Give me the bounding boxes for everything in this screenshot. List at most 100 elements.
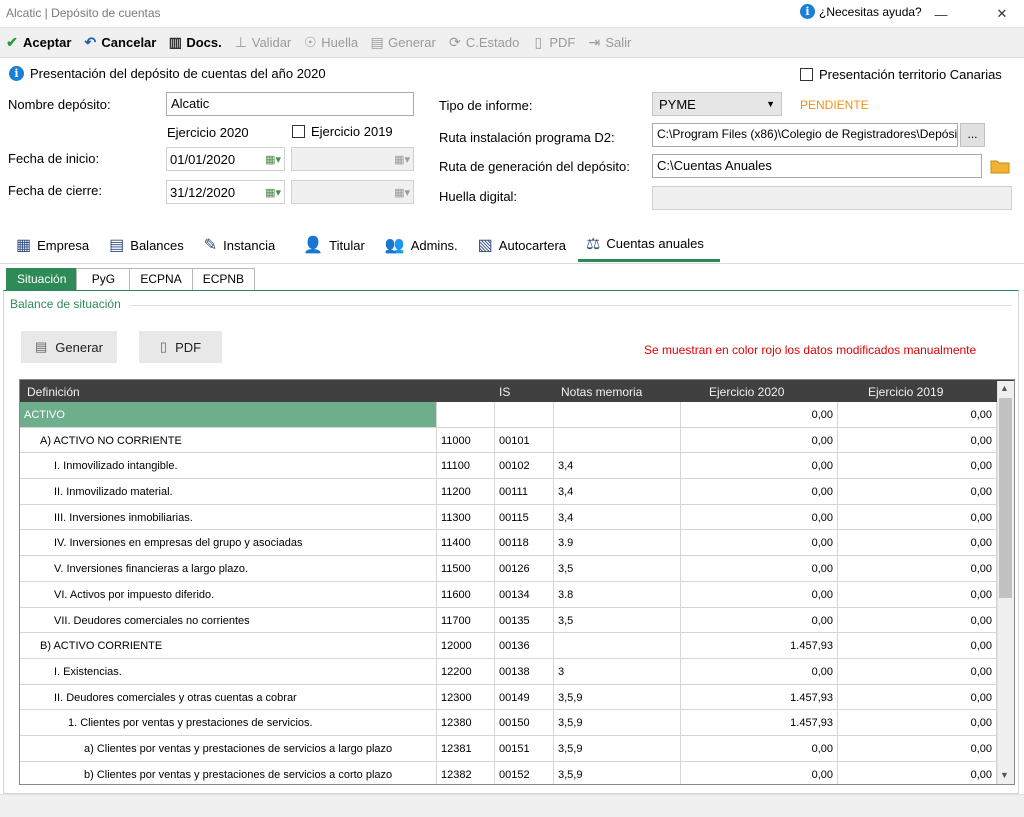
cell-is[interactable]: 00138: [495, 658, 554, 684]
cell-ejercicio-2020[interactable]: 0,00: [681, 735, 838, 761]
cell-definicion[interactable]: II. Deudores comerciales y otras cuentas…: [20, 684, 437, 710]
docs-button[interactable]: ▥ Docs.: [167, 34, 222, 51]
ruta-instalacion-input[interactable]: C:\Program Files (x86)\Colegio de Regist…: [652, 123, 958, 147]
cell-ejercicio-2020[interactable]: 1.457,93: [681, 633, 838, 658]
checkbox-box[interactable]: [292, 125, 305, 138]
cell-code[interactable]: 12000: [437, 633, 495, 658]
cell-code[interactable]: 11700: [437, 607, 495, 633]
cell-notas[interactable]: 3,4: [554, 453, 681, 479]
cell-notas[interactable]: 3.9: [554, 530, 681, 556]
tab-situacion[interactable]: Situación: [6, 268, 78, 290]
cell-is[interactable]: 00102: [495, 453, 554, 479]
cell-code[interactable]: 12380: [437, 710, 495, 735]
table-row[interactable]: a) Clientes por ventas y prestaciones de…: [20, 735, 1014, 762]
cell-ejercicio-2020[interactable]: 0,00: [681, 402, 838, 427]
generar-button[interactable]: ▤ Generar: [369, 34, 436, 51]
cancelar-button[interactable]: ↶ Cancelar: [82, 34, 157, 51]
tab-cuentas-anuales[interactable]: ⚖ Cuentas anuales: [578, 228, 720, 262]
cell-ejercicio-2019[interactable]: 0,00: [838, 504, 997, 530]
table-row[interactable]: IV. Inversiones en empresas del grupo y …: [20, 530, 1014, 557]
scrollbar-thumb[interactable]: [999, 398, 1012, 598]
cell-ejercicio-2020[interactable]: 1.457,93: [681, 710, 838, 735]
cell-is[interactable]: 00101: [495, 427, 554, 453]
cell-definicion[interactable]: VI. Activos por impuesto diferido.: [20, 581, 437, 607]
cell-code[interactable]: 12381: [437, 735, 495, 761]
help-link[interactable]: i ¿Necesitas ayuda?: [800, 4, 922, 19]
cell-code[interactable]: 12300: [437, 684, 495, 710]
table-row[interactable]: I. Existencias. 12200 00138 3 0,00 0,00: [20, 658, 1014, 685]
table-row[interactable]: b) Clientes por ventas y prestaciones de…: [20, 761, 1014, 784]
canarias-checkbox[interactable]: Presentación territorio Canarias: [800, 67, 1002, 82]
fecha-cierre-picker[interactable]: 31/12/2020 ▦▾: [166, 180, 285, 204]
cell-definicion[interactable]: a) Clientes por ventas y prestaciones de…: [20, 735, 437, 761]
tab-titular[interactable]: 👤 Titular: [295, 228, 373, 262]
tab-admins[interactable]: 👥 Admins.: [377, 228, 466, 262]
tab-instancia[interactable]: ✎ Instancia: [196, 228, 283, 262]
cell-code[interactable]: 12382: [437, 761, 495, 784]
tab-ecpna[interactable]: ECPNA: [129, 268, 193, 290]
table-row[interactable]: VII. Deudores comerciales no corrientes 1…: [20, 607, 1014, 634]
cell-ejercicio-2019[interactable]: 0,00: [838, 581, 997, 607]
browse-button[interactable]: ...: [960, 123, 985, 147]
cell-notas[interactable]: 3,5,9: [554, 761, 681, 784]
table-row[interactable]: V. Inversiones financieras a largo plazo…: [20, 556, 1014, 582]
fecha-cierre-2019-picker[interactable]: ▦▾: [291, 180, 414, 204]
cell-ejercicio-2019[interactable]: 0,00: [838, 633, 997, 658]
tipo-informe-select[interactable]: PYME ▼: [652, 92, 782, 116]
cell-is[interactable]: 00152: [495, 761, 554, 784]
table-row[interactable]: I. Inmovilizado intangible. 11100 00102 3,4…: [20, 453, 1014, 480]
cell-definicion[interactable]: ACTIVO: [20, 402, 437, 427]
tab-empresa[interactable]: ▦ Empresa: [8, 228, 97, 262]
fecha-inicio-picker[interactable]: 01/01/2020 ▦▾: [166, 147, 285, 171]
cell-notas[interactable]: 3,4: [554, 504, 681, 530]
cell-notas[interactable]: 3,5,9: [554, 684, 681, 710]
cell-ejercicio-2020[interactable]: 0,00: [681, 427, 838, 453]
cell-ejercicio-2019[interactable]: 0,00: [838, 402, 997, 427]
header-definicion[interactable]: Definición: [20, 380, 495, 402]
cell-ejercicio-2020[interactable]: 1.457,93: [681, 684, 838, 710]
cell-notas[interactable]: 3: [554, 658, 681, 684]
scroll-down-icon[interactable]: ▼: [1000, 770, 1009, 780]
folder-button[interactable]: [987, 155, 1012, 177]
huella-button[interactable]: ☉ Huella: [302, 34, 358, 51]
table-row[interactable]: III. Inversiones inmobiliarias. 11300 0011…: [20, 504, 1014, 531]
cell-ejercicio-2019[interactable]: 0,00: [838, 427, 997, 453]
cell-definicion[interactable]: I. Inmovilizado intangible.: [20, 453, 437, 479]
cell-notas[interactable]: 3.8: [554, 581, 681, 607]
cell-is[interactable]: 00134: [495, 581, 554, 607]
cell-ejercicio-2019[interactable]: 0,00: [838, 658, 997, 684]
cell-ejercicio-2019[interactable]: 0,00: [838, 556, 997, 581]
cell-code[interactable]: 11000: [437, 427, 495, 453]
table-row[interactable]: 1. Clientes por ventas y prestaciones de…: [20, 710, 1014, 736]
cell-is[interactable]: 00115: [495, 504, 554, 530]
cell-is[interactable]: 00150: [495, 710, 554, 735]
cell-ejercicio-2020[interactable]: 0,00: [681, 453, 838, 479]
cell-code[interactable]: 11500: [437, 556, 495, 581]
cell-is[interactable]: 00126: [495, 556, 554, 581]
table-row[interactable]: B) ACTIVO CORRIENTE 12000 00136 1.457,93 0,0…: [20, 633, 1014, 659]
cell-ejercicio-2019[interactable]: 0,00: [838, 530, 997, 556]
cell-ejercicio-2020[interactable]: 0,00: [681, 581, 838, 607]
cell-is[interactable]: [495, 402, 554, 427]
cell-ejercicio-2020[interactable]: 0,00: [681, 761, 838, 784]
cell-ejercicio-2020[interactable]: 0,00: [681, 556, 838, 581]
table-row[interactable]: ACTIVO 0,00 0,00: [20, 402, 1014, 428]
pdf-button[interactable]: ▯ PDF: [530, 34, 575, 51]
header-ejercicio-2020[interactable]: Ejercicio 2020: [681, 380, 838, 402]
tab-pyg[interactable]: PyG: [76, 268, 131, 290]
cell-definicion[interactable]: IV. Inversiones en empresas del grupo y …: [20, 530, 437, 556]
cell-is[interactable]: 00136: [495, 633, 554, 658]
cell-ejercicio-2020[interactable]: 0,00: [681, 530, 838, 556]
table-row[interactable]: II. Inmovilizado material. 11200 00111 3,4 0…: [20, 479, 1014, 505]
cell-notas[interactable]: 3,5: [554, 607, 681, 633]
cell-code[interactable]: 12200: [437, 658, 495, 684]
cell-notas[interactable]: [554, 402, 681, 427]
cell-definicion[interactable]: 1. Clientes por ventas y prestaciones de…: [20, 710, 437, 735]
cell-code[interactable]: [437, 402, 495, 427]
cell-definicion[interactable]: II. Inmovilizado material.: [20, 479, 437, 504]
header-ejercicio-2019[interactable]: Ejercicio 2019: [838, 380, 997, 402]
ruta-generacion-input[interactable]: C:\Cuentas Anuales: [652, 154, 982, 178]
close-button[interactable]: ✕: [980, 2, 1024, 26]
tab-balances[interactable]: ▤ Balances: [101, 228, 192, 262]
ejercicio-2019-checkbox[interactable]: Ejercicio 2019: [292, 124, 393, 139]
